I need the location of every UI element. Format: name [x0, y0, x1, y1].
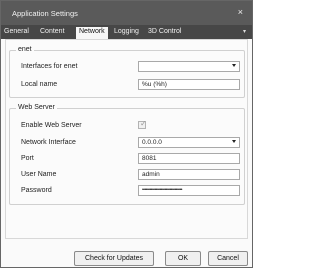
network-interface-select[interactable]: 0.0.0.0	[138, 137, 240, 148]
user-name-input[interactable]: admin	[138, 169, 240, 180]
title-bar: Application Settings ×	[1, 1, 252, 25]
port-label: Port	[21, 155, 34, 162]
enet-group-title: enet	[16, 46, 34, 53]
ok-button[interactable]: OK	[165, 251, 201, 266]
chevron-down-icon	[232, 140, 236, 143]
enet-group: enet Interfaces for enet Local name %u (…	[9, 46, 245, 98]
password-label: Password	[21, 187, 52, 194]
tab-bar: General Content Network Logging 3D Contr…	[1, 25, 252, 39]
tab-network[interactable]: Network	[76, 27, 108, 39]
tab-overflow-chevron-icon[interactable]: ▾	[243, 28, 246, 35]
web-server-group-title: Web Server	[16, 104, 57, 111]
local-name-label: Local name	[21, 81, 58, 88]
chevron-down-icon	[232, 64, 236, 67]
window-title: Application Settings	[12, 9, 78, 18]
tab-logging[interactable]: Logging	[114, 28, 139, 35]
web-server-group: Web Server Enable Web Server ✓ Network I…	[9, 104, 245, 205]
enable-web-server-label: Enable Web Server	[21, 122, 82, 129]
network-tab-panel: enet Interfaces for enet Local name %u (…	[5, 39, 248, 239]
network-interface-label: Network Interface	[21, 139, 76, 146]
tab-general[interactable]: General	[4, 28, 29, 35]
network-interface-value: 0.0.0.0	[142, 139, 162, 146]
port-input[interactable]: 8081	[138, 153, 240, 164]
local-name-input[interactable]: %u (%h)	[138, 79, 240, 90]
check-for-updates-button[interactable]: Check for Updates	[74, 251, 154, 266]
close-icon[interactable]: ×	[238, 7, 243, 17]
interfaces-label: Interfaces for enet	[21, 63, 78, 70]
enable-web-server-checkbox[interactable]: ✓	[138, 119, 147, 129]
password-input[interactable]: ••••••••••••••••••••••••••••••••	[138, 185, 240, 196]
checkmark-icon: ✓	[140, 119, 147, 128]
tab-3d-control[interactable]: 3D Control	[148, 28, 181, 35]
cancel-button[interactable]: Cancel	[208, 251, 248, 266]
settings-dialog: Application Settings × General Content N…	[0, 0, 253, 268]
user-name-label: User Name	[21, 171, 57, 178]
tab-content[interactable]: Content	[40, 28, 65, 35]
interfaces-select[interactable]	[138, 61, 240, 72]
